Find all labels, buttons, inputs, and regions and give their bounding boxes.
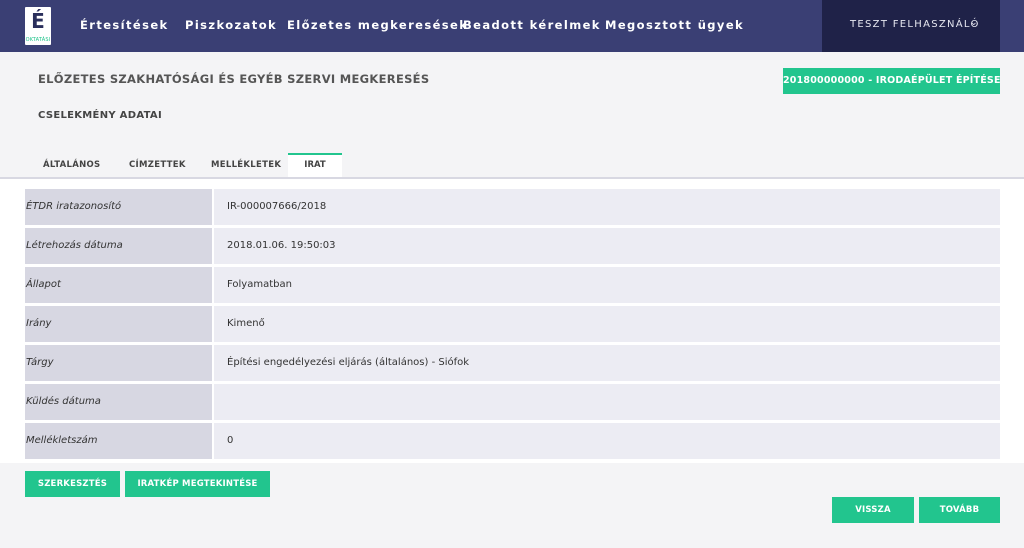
section-title: CSELEKMÉNY ADATAI [38, 110, 162, 121]
detail-value: 0 [214, 423, 1000, 459]
tab-altalanos[interactable]: ÁLTALÁNOS [43, 160, 100, 170]
detail-label: Létrehozás dátuma [25, 228, 212, 264]
detail-row: Irány Kimenő [25, 306, 1000, 342]
detail-label: ÉTDR iratazonosító [25, 189, 212, 225]
detail-value: IR-000007666/2018 [214, 189, 1000, 225]
detail-value: Folyamatban [214, 267, 1000, 303]
nav-item-ertesitesek[interactable]: Értesítések [80, 18, 169, 32]
detail-row: Létrehozás dátuma 2018.01.06. 19:50:03 [25, 228, 1000, 264]
view-document-button[interactable]: IRATKÉP MEGTEKINTÉSE [125, 471, 270, 497]
detail-label: Mellékletszám [25, 423, 212, 459]
nav-item-megosztott-ugyek[interactable]: Megosztott ügyek [605, 18, 744, 32]
detail-row: Állapot Folyamatban [25, 267, 1000, 303]
user-name: TESZT FELHASZNÁLÓ [850, 19, 980, 30]
detail-value: Kimenő [214, 306, 1000, 342]
back-button[interactable]: VISSZA [832, 497, 914, 523]
document-details-panel: ÉTDR iratazonosító IR-000007666/2018 Lét… [0, 179, 1024, 463]
detail-row: Mellékletszám 0 [25, 423, 1000, 459]
logo-letter: É [31, 9, 45, 33]
nav-item-elozetes-megkeresesek[interactable]: Előzetes megkeresések [287, 18, 468, 32]
case-button[interactable]: 201800000000 - IRODAÉPÜLET ÉPÍTÉSE [783, 68, 1000, 94]
nav-item-piszkozatok[interactable]: Piszkozatok [185, 18, 277, 32]
next-button[interactable]: TOVÁBB [919, 497, 1000, 523]
edit-button[interactable]: SZERKESZTÉS [25, 471, 120, 497]
tab-irat[interactable]: IRAT [288, 153, 342, 178]
detail-row: Tárgy Építési engedélyezési eljárás (ált… [25, 345, 1000, 381]
logo-subtitle: OKTATÁSI [25, 37, 51, 43]
detail-value [214, 384, 1000, 420]
tab-cimzettek[interactable]: CÍMZETTEK [129, 160, 186, 170]
detail-label: Állapot [25, 267, 212, 303]
user-menu[interactable]: TESZT FELHASZNÁLÓ ⌄ [822, 0, 1000, 52]
nav-item-beadott-kerelmek[interactable]: Beadott kérelmek [463, 18, 601, 32]
page-title: ELŐZETES SZAKHATÓSÁGI ÉS EGYÉB SZERVI ME… [38, 72, 430, 86]
detail-label: Küldés dátuma [25, 384, 212, 420]
detail-row: ÉTDR iratazonosító IR-000007666/2018 [25, 189, 1000, 225]
chevron-down-icon: ⌄ [970, 18, 978, 28]
tab-mellekletek[interactable]: MELLÉKLETEK [211, 160, 281, 170]
detail-value: Építési engedélyezési eljárás (általános… [214, 345, 1000, 381]
detail-label: Irány [25, 306, 212, 342]
detail-row: Küldés dátuma [25, 384, 1000, 420]
detail-value: 2018.01.06. 19:50:03 [214, 228, 1000, 264]
app-logo[interactable]: É OKTATÁSI [25, 7, 51, 45]
detail-label: Tárgy [25, 345, 212, 381]
top-navbar: É OKTATÁSI Értesítések Piszkozatok Előze… [0, 0, 1024, 52]
